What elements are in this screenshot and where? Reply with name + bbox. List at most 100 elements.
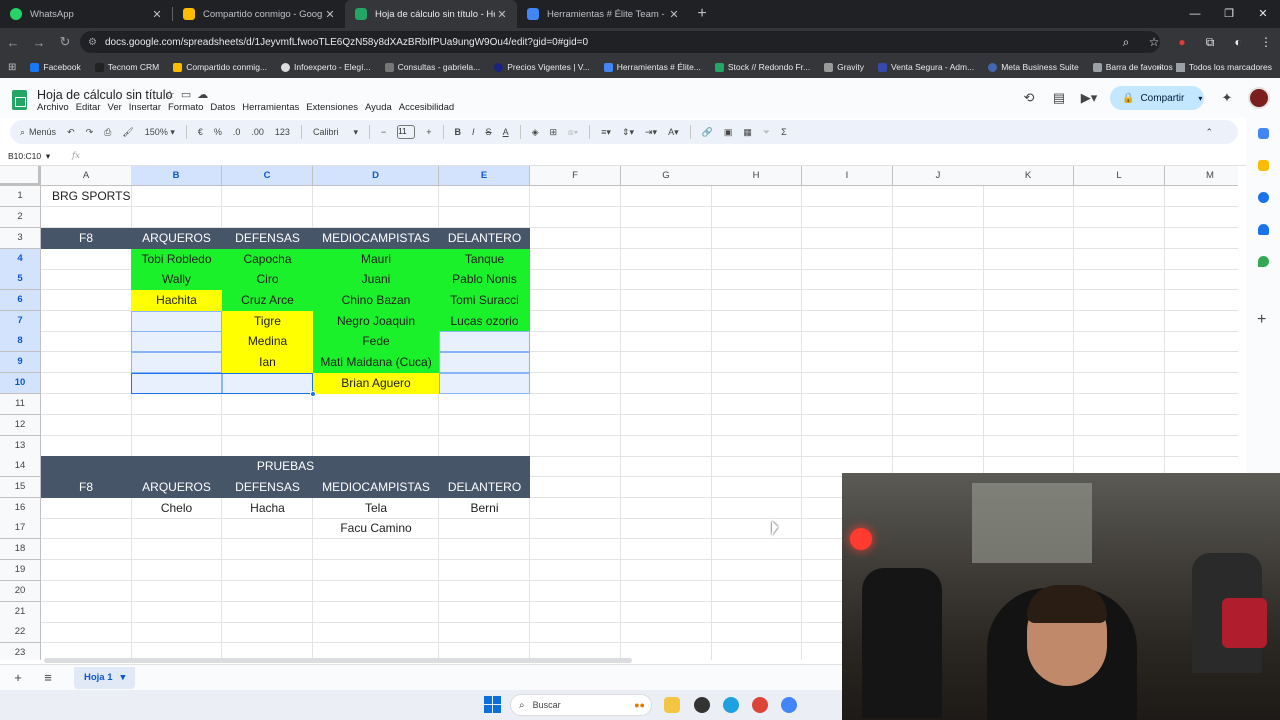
font-select[interactable]: Calibri ▾ xyxy=(313,127,358,138)
player-cell[interactable]: Wally xyxy=(131,269,222,290)
back-icon[interactable]: ← xyxy=(0,35,26,50)
row-header-14[interactable]: 14 xyxy=(0,456,41,477)
horizontal-scrollbar[interactable] xyxy=(44,658,632,663)
bookmark-consultas[interactable]: Consultas - gabriela... xyxy=(384,62,480,72)
menu-ver[interactable]: Ver xyxy=(108,102,122,113)
bookmark-precios[interactable]: Precios Vigentes | V... xyxy=(494,62,590,72)
header-cell[interactable]: F8 xyxy=(41,477,131,498)
minimize-icon[interactable]: — xyxy=(1178,0,1212,28)
empty-selected-cell[interactable] xyxy=(439,352,530,373)
menu-archivo[interactable]: Archivo xyxy=(37,102,69,113)
site-info-icon[interactable]: ⚙ xyxy=(88,37,97,48)
close-icon[interactable]: ✕ xyxy=(323,8,337,21)
gemini-icon[interactable]: ✦ xyxy=(1212,90,1242,106)
sheet-tab-hoja1[interactable]: Hoja 1 ▾ xyxy=(74,666,136,689)
player-cell[interactable]: Berni xyxy=(439,498,530,519)
player-cell[interactable]: Pablo Nonis xyxy=(439,269,530,290)
move-folder-icon[interactable]: ▭ xyxy=(181,89,197,101)
tasks-icon[interactable] xyxy=(1258,192,1269,203)
bookmark-meta[interactable]: Meta Business Suite xyxy=(988,62,1079,72)
bookmark-herramientas[interactable]: Herramientas # Élite... xyxy=(603,62,701,72)
column-header-M[interactable]: M xyxy=(1165,166,1238,186)
sheet-title-cell[interactable]: BRG SPORTS xyxy=(41,186,241,207)
empty-selected-cell[interactable] xyxy=(131,352,222,373)
windows-start-icon[interactable] xyxy=(484,696,501,713)
close-window-icon[interactable]: ✕ xyxy=(1246,0,1280,28)
empty-selected-cell[interactable] xyxy=(222,373,313,394)
forward-icon[interactable]: → xyxy=(26,35,52,50)
chevron-right-icon[interactable]: » xyxy=(1157,62,1162,72)
player-cell[interactable]: Chino Bazan xyxy=(313,290,439,311)
document-title[interactable]: Hoja de cálculo sin título xyxy=(37,88,173,102)
row-header-12[interactable]: 12 xyxy=(0,415,41,436)
header-cell[interactable]: F8 xyxy=(41,228,131,249)
player-cell[interactable]: Medina xyxy=(222,331,313,352)
filter-icon[interactable]: ⏷ xyxy=(763,127,770,138)
player-cell[interactable]: Hachita xyxy=(131,290,222,311)
maps-icon[interactable] xyxy=(1258,256,1269,267)
player-cell[interactable]: Tomi Suracci xyxy=(439,290,530,311)
history-icon[interactable]: ⟲ xyxy=(1014,90,1044,106)
text-wrap-icon[interactable]: ⇥▾ xyxy=(645,127,657,138)
text-rotation-icon[interactable]: A▾ xyxy=(668,127,679,138)
close-icon[interactable]: ✕ xyxy=(495,8,509,21)
paint-format-icon[interactable]: 🖌 xyxy=(122,127,133,138)
header-cell[interactable]: DEFENSAS xyxy=(222,228,313,249)
sheets-logo-icon[interactable] xyxy=(12,90,27,110)
comment-icon[interactable]: ▣ xyxy=(724,127,733,138)
chevron-down-icon[interactable]: ▾ xyxy=(120,672,125,683)
text-color-icon[interactable]: A xyxy=(503,127,509,137)
menu-editar[interactable]: Editar xyxy=(76,102,101,113)
row-header-23[interactable]: 23 xyxy=(0,643,41,660)
pruebas-title-cell[interactable]: PRUEBAS xyxy=(41,456,530,477)
contacts-icon[interactable] xyxy=(1258,224,1269,235)
row-header-20[interactable]: 20 xyxy=(0,581,41,602)
header-cell[interactable]: MEDIOCAMPISTAS xyxy=(313,477,439,498)
keep-icon[interactable] xyxy=(1258,160,1269,171)
column-header-C[interactable]: C xyxy=(222,166,313,186)
column-header-I[interactable]: I xyxy=(802,166,893,186)
strikethrough-icon[interactable]: S xyxy=(486,127,492,137)
row-header-10[interactable]: 10 xyxy=(0,373,41,394)
column-header-G[interactable]: G xyxy=(621,166,712,186)
player-cell[interactable]: Negro Joaquin xyxy=(313,311,439,332)
close-icon[interactable]: ✕ xyxy=(667,8,681,21)
horizontal-align-icon[interactable]: ≡▾ xyxy=(601,127,611,138)
chart-icon[interactable]: ▦ xyxy=(743,127,752,138)
row-header-15[interactable]: 15 xyxy=(0,477,41,498)
header-cell[interactable]: DELANTERO xyxy=(439,228,530,249)
player-cell[interactable]: Brian Aguero xyxy=(313,373,439,394)
row-header-2[interactable]: 2 xyxy=(0,207,41,228)
bookmark-compartido[interactable]: Compartido conmig... xyxy=(173,62,267,72)
empty-selected-cell[interactable] xyxy=(131,311,222,332)
row-header-11[interactable]: 11 xyxy=(0,394,41,415)
new-tab-button[interactable]: + xyxy=(689,0,715,28)
empty-selected-cell[interactable] xyxy=(439,373,530,394)
header-cell[interactable]: DEFENSAS xyxy=(222,477,313,498)
chevron-down-icon[interactable]: ▾ xyxy=(1198,94,1202,103)
player-cell[interactable]: Ciro xyxy=(222,269,313,290)
font-size-decrease-icon[interactable]: − xyxy=(381,127,386,137)
zoom-icon[interactable]: ⌕ xyxy=(1112,35,1140,50)
player-cell[interactable]: Tanque xyxy=(439,249,530,270)
extensions-icon[interactable]: ⧉ xyxy=(1196,35,1224,50)
comments-icon[interactable]: ▤ xyxy=(1044,90,1074,106)
tab-hoja-calculo[interactable]: Hoja de cálculo sin título - Hoj ✕ xyxy=(345,0,517,28)
row-header-5[interactable]: 5 xyxy=(0,269,41,290)
redo-icon[interactable]: ↷ xyxy=(86,127,94,138)
menu-herramientas[interactable]: Herramientas xyxy=(242,102,299,113)
collapse-toolbar-icon[interactable]: ⌃ xyxy=(1205,127,1213,138)
bookmark-facebook[interactable]: Facebook xyxy=(30,62,81,72)
decrease-decimals-button[interactable]: .0 xyxy=(233,127,241,137)
fill-color-icon[interactable]: ◈ xyxy=(532,127,539,138)
star-icon[interactable]: ☆ xyxy=(165,89,181,101)
maximize-icon[interactable]: ❐ xyxy=(1212,0,1246,28)
menu-accesibilidad[interactable]: Accesibilidad xyxy=(399,102,454,113)
row-header-22[interactable]: 22 xyxy=(0,622,41,643)
player-cell[interactable]: Tela xyxy=(313,498,439,519)
app-icon[interactable] xyxy=(694,697,710,713)
row-header-4[interactable]: 4 xyxy=(0,249,41,270)
header-cell[interactable]: MEDIOCAMPISTAS xyxy=(313,228,439,249)
address-bar[interactable]: ⚙ docs.google.com/spreadsheets/d/1Jeyvmf… xyxy=(80,31,1160,53)
row-header-1[interactable]: 1 xyxy=(0,186,41,207)
